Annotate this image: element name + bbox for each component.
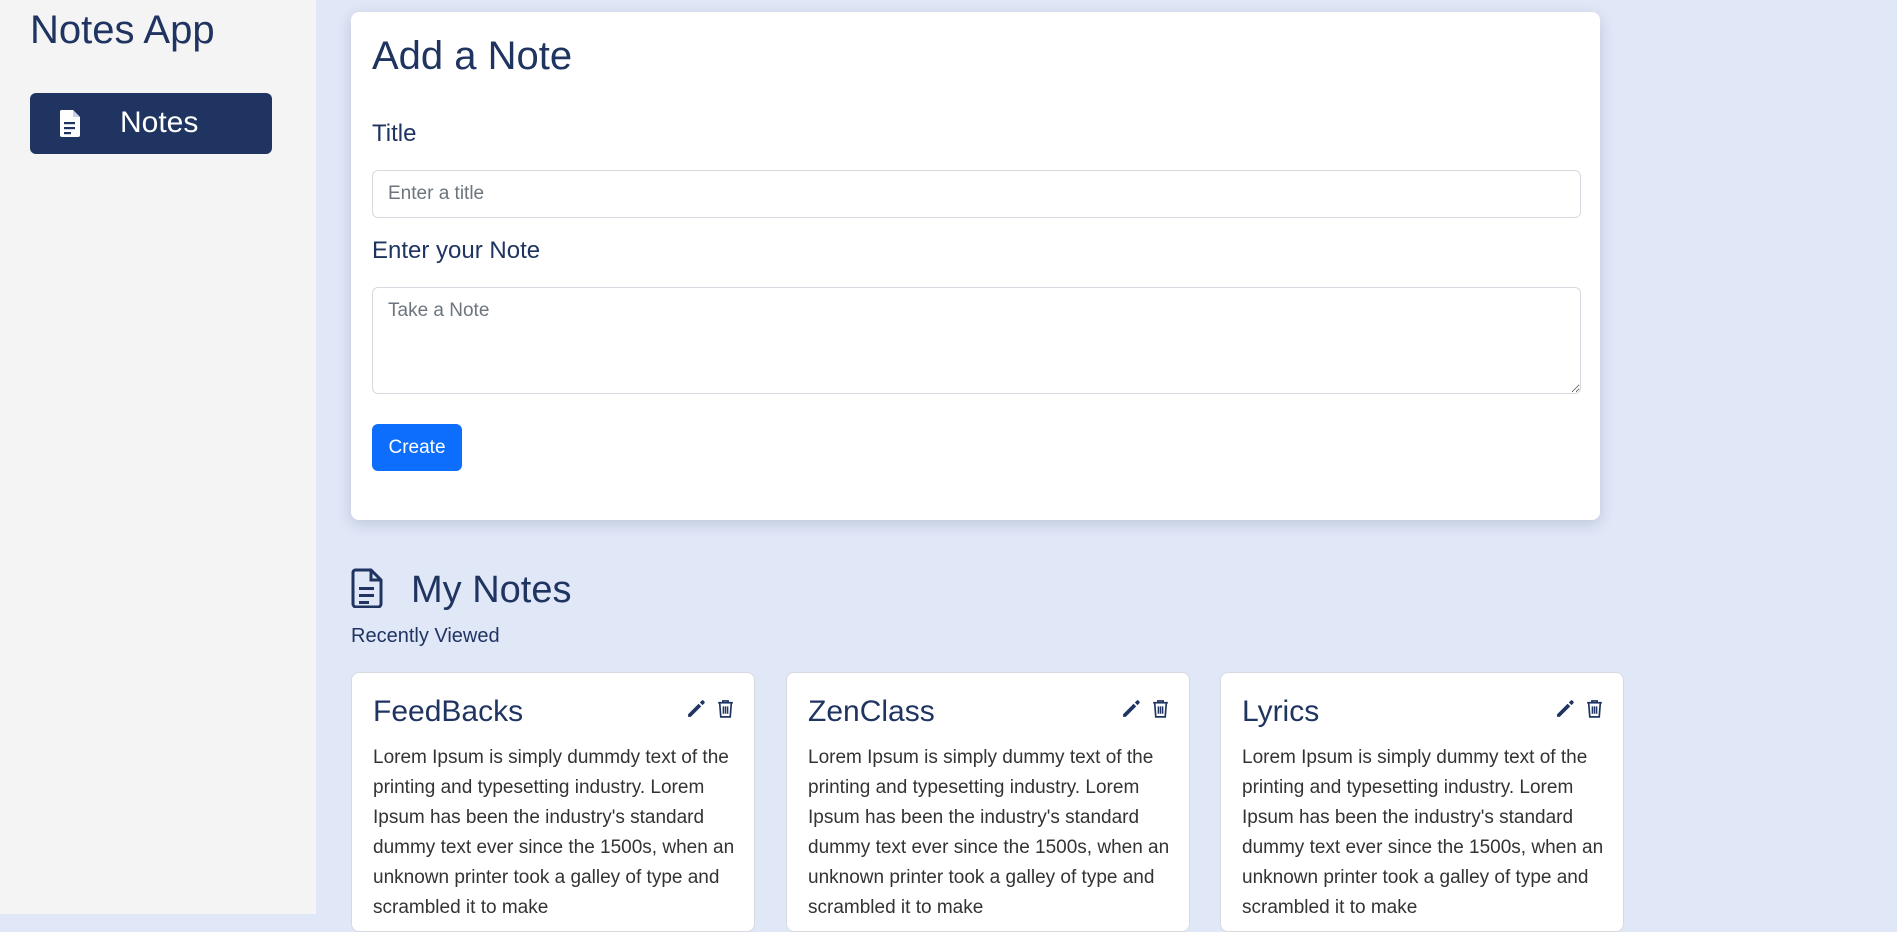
note-title: FeedBacks — [373, 695, 524, 728]
note-actions — [686, 698, 736, 719]
sidebar-item-notes[interactable]: Notes — [30, 93, 272, 154]
note-card: Lyrics Lorem Ipsum is simply dummy text … — [1220, 672, 1624, 932]
pencil-icon[interactable] — [1121, 698, 1142, 719]
my-notes-title: My Notes — [411, 569, 572, 611]
note-textarea[interactable] — [372, 287, 1581, 394]
note-body: Lorem Ipsum is simply dummy text of the … — [1242, 747, 1604, 918]
app-title: Notes App — [30, 8, 215, 52]
document-icon — [59, 110, 80, 137]
trash-icon[interactable] — [1150, 698, 1171, 719]
pencil-icon[interactable] — [686, 698, 707, 719]
note-title: ZenClass — [808, 695, 935, 728]
note-actions — [1555, 698, 1605, 719]
pencil-icon[interactable] — [1555, 698, 1576, 719]
note-body: Lorem Ipsum is simply dummy text of the … — [808, 747, 1170, 918]
recently-viewed-label: Recently Viewed — [351, 625, 500, 647]
sidebar-item-label: Notes — [120, 106, 199, 139]
title-label: Title — [372, 120, 417, 147]
title-input[interactable] — [372, 170, 1581, 218]
trash-icon[interactable] — [715, 698, 736, 719]
note-card: FeedBacks Lorem Ipsum is simply dummdy t… — [351, 672, 755, 932]
note-body: Lorem Ipsum is simply dummdy text of the… — [373, 747, 735, 918]
note-card: ZenClass Lorem Ipsum is simply dummy tex… — [786, 672, 1190, 932]
form-heading: Add a Note — [372, 34, 573, 78]
note-title: Lyrics — [1242, 695, 1320, 728]
add-note-card: Add a Note Title Enter your Note Create — [351, 12, 1600, 520]
note-actions — [1121, 698, 1171, 719]
trash-icon[interactable] — [1584, 698, 1605, 719]
main-content: Add a Note Title Enter your Note Create … — [316, 0, 1897, 932]
create-button[interactable]: Create — [372, 424, 462, 471]
sidebar: Notes App Notes — [0, 0, 316, 914]
note-label: Enter your Note — [372, 237, 541, 264]
document-icon — [351, 568, 383, 608]
